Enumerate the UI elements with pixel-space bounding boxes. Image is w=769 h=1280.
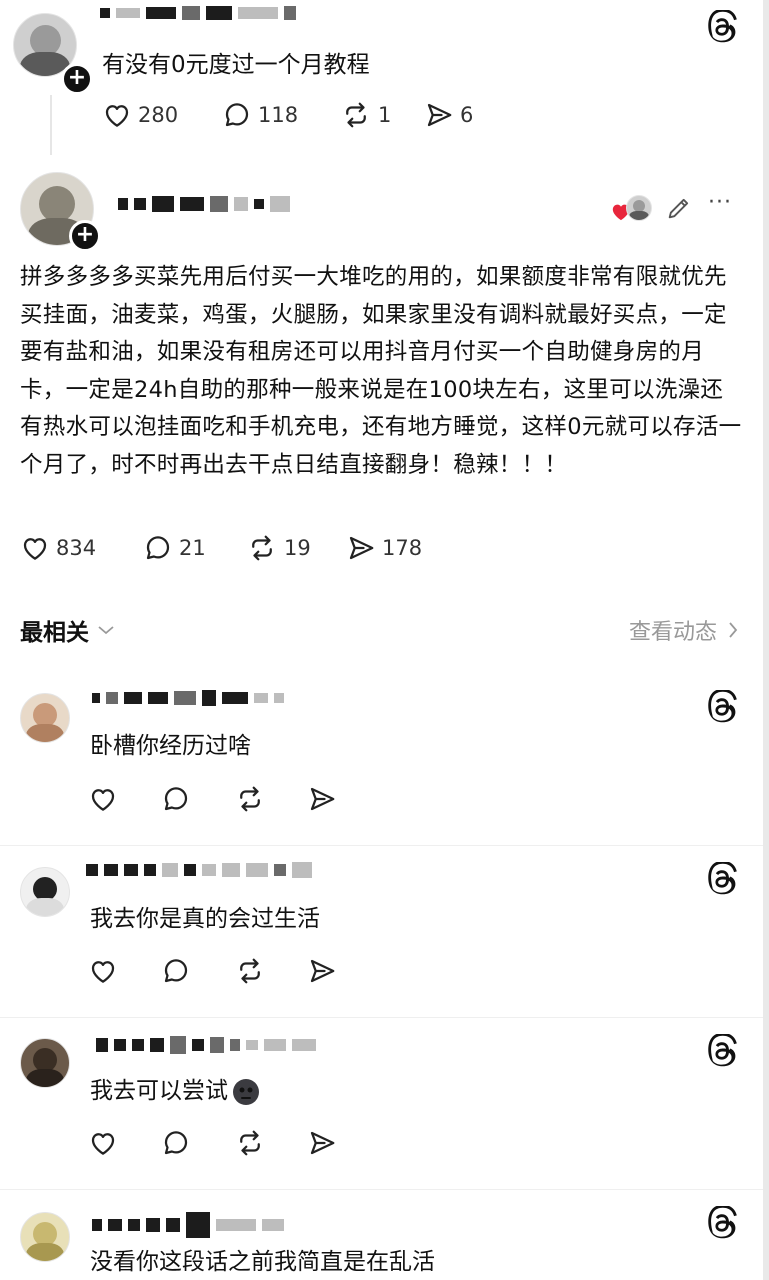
censored-username bbox=[86, 862, 312, 878]
pencil-icon[interactable] bbox=[665, 194, 693, 222]
repost-icon bbox=[240, 958, 260, 984]
censored-username bbox=[100, 6, 296, 20]
repost-count: 1 bbox=[378, 103, 392, 127]
threads-icon[interactable] bbox=[706, 862, 740, 896]
divider bbox=[0, 845, 769, 846]
send-icon bbox=[349, 536, 374, 560]
comment-icon bbox=[225, 103, 249, 127]
share-button[interactable] bbox=[307, 956, 347, 986]
comment-actions bbox=[88, 956, 347, 986]
share-button[interactable] bbox=[307, 1128, 347, 1158]
comment-count: 118 bbox=[258, 103, 299, 127]
repost-button[interactable]: 1 bbox=[340, 100, 424, 130]
like-button[interactable] bbox=[88, 1128, 161, 1158]
comment-button[interactable]: 21 bbox=[143, 533, 246, 563]
heart-icon bbox=[23, 538, 47, 560]
post-actions: 834 21 19 178 bbox=[20, 533, 436, 563]
share-button[interactable]: 178 bbox=[346, 533, 436, 563]
share-count: 6 bbox=[460, 103, 474, 127]
repost-icon bbox=[240, 786, 260, 812]
heart-icon bbox=[91, 789, 115, 811]
reactor-avatar bbox=[626, 195, 652, 221]
follow-plus-icon[interactable]: + bbox=[61, 63, 93, 95]
thread-connector-line bbox=[50, 95, 52, 155]
comment-text: 卧槽你经历过啥 bbox=[90, 733, 251, 759]
threads-icon[interactable] bbox=[706, 690, 740, 724]
sort-dropdown[interactable]: 最相关 bbox=[20, 613, 115, 647]
comment-icon bbox=[146, 536, 170, 560]
send-icon bbox=[310, 959, 335, 983]
repost-button[interactable] bbox=[234, 1128, 307, 1158]
heart-icon bbox=[91, 961, 115, 983]
comment-count: 21 bbox=[179, 536, 206, 560]
heart-icon bbox=[105, 105, 129, 127]
comment-text: 没看你这段话之前我简直是在乱活 bbox=[90, 1249, 435, 1275]
chevron-right-icon bbox=[729, 622, 738, 638]
comment-text-content: 我去可以尝试 bbox=[90, 1078, 228, 1104]
avatar[interactable] bbox=[20, 693, 70, 743]
comment-button[interactable] bbox=[161, 784, 234, 814]
repost-icon bbox=[252, 535, 272, 561]
send-icon bbox=[310, 787, 335, 811]
comment-icon bbox=[164, 1131, 188, 1155]
chevron-down-icon bbox=[98, 626, 114, 635]
like-button[interactable] bbox=[88, 956, 161, 986]
emoji-icon bbox=[233, 1078, 259, 1105]
view-activity-label: 查看动态 bbox=[628, 620, 717, 645]
sort-label: 最相关 bbox=[20, 620, 89, 646]
scroll-edge bbox=[763, 0, 769, 1280]
repost-icon bbox=[240, 1130, 260, 1156]
share-button[interactable]: 6 bbox=[424, 100, 504, 130]
comment-icon bbox=[164, 787, 188, 811]
send-icon bbox=[310, 1131, 335, 1155]
censored-username bbox=[118, 196, 290, 212]
comment-button[interactable] bbox=[161, 956, 234, 986]
post-text: 有没有0元度过一个月教程 bbox=[102, 52, 370, 78]
comment-button[interactable]: 118 bbox=[222, 100, 340, 130]
post-body-text: 拼多多多多买菜先用后付买一大堆吃的用的，如果额度非常有限就优先买挂面，油麦菜，鸡… bbox=[20, 264, 742, 478]
comment-icon bbox=[164, 959, 188, 983]
like-button[interactable]: 280 bbox=[102, 100, 222, 130]
share-count: 178 bbox=[382, 536, 423, 560]
threads-icon[interactable] bbox=[706, 10, 740, 44]
censored-username bbox=[96, 1036, 316, 1054]
repost-button[interactable] bbox=[234, 784, 307, 814]
censored-username bbox=[92, 690, 284, 706]
threads-icon[interactable] bbox=[706, 1206, 740, 1240]
avatar[interactable] bbox=[20, 1038, 70, 1088]
post-actions: 280 118 1 6 bbox=[102, 100, 504, 130]
comment-button[interactable] bbox=[161, 1128, 234, 1158]
threads-icon[interactable] bbox=[706, 1034, 740, 1068]
heart-icon bbox=[91, 1133, 115, 1155]
comment-actions bbox=[88, 784, 347, 814]
divider bbox=[0, 1017, 769, 1018]
avatar[interactable] bbox=[20, 1212, 70, 1262]
like-count: 280 bbox=[138, 103, 179, 127]
like-count: 834 bbox=[56, 536, 97, 560]
like-button[interactable] bbox=[88, 784, 161, 814]
send-icon bbox=[427, 103, 452, 127]
view-activity-link[interactable]: 查看动态 bbox=[629, 614, 739, 646]
avatar[interactable] bbox=[20, 867, 70, 917]
repost-button[interactable]: 19 bbox=[246, 533, 346, 563]
repost-button[interactable] bbox=[234, 956, 307, 986]
more-icon[interactable]: ··· bbox=[708, 190, 732, 215]
like-button[interactable]: 834 bbox=[20, 533, 143, 563]
follow-plus-icon[interactable]: + bbox=[69, 220, 101, 252]
share-button[interactable] bbox=[307, 784, 347, 814]
comment-text: 我去你是真的会过生活 bbox=[90, 906, 320, 932]
comment-actions bbox=[88, 1128, 347, 1158]
repost-icon bbox=[346, 102, 366, 128]
comment-text: 我去可以尝试 bbox=[90, 1073, 261, 1110]
censored-username bbox=[92, 1212, 284, 1238]
divider bbox=[0, 1189, 769, 1190]
repost-count: 19 bbox=[284, 536, 311, 560]
